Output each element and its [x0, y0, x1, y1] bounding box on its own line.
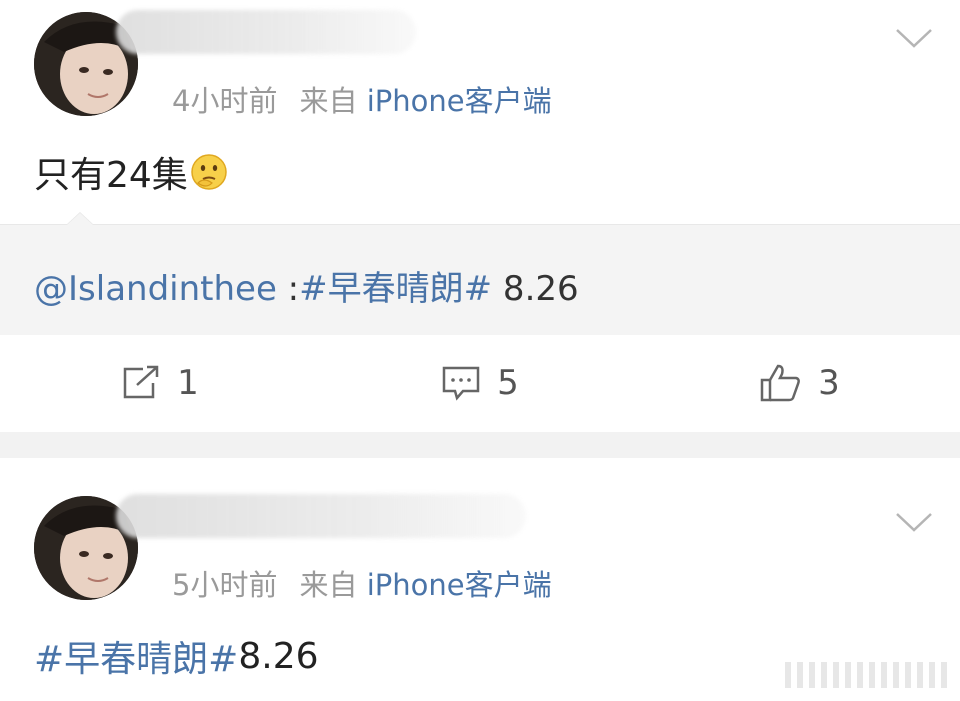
share-icon: [123, 365, 159, 399]
source-prefix: 来自: [299, 568, 358, 602]
post-text: 只有24集: [34, 146, 228, 198]
post-card: 4小时前 来自 iPhone客户端 只有24集 @Islandinthee :#早…: [0, 0, 960, 432]
repost-block[interactable]: @Islandinthee :#早春晴朗# 8.26: [0, 212, 960, 335]
comment-icon: [442, 366, 480, 401]
repost-tail: 8.26: [492, 269, 579, 309]
like-button[interactable]: 3: [640, 334, 960, 432]
repost-text: @Islandinthee :#早春晴朗# 8.26: [34, 261, 579, 310]
source-prefix: 来自: [299, 84, 358, 118]
username-redacted: [116, 10, 416, 54]
post-text-content: 只有24集: [34, 155, 188, 196]
post-meta: 5小时前 来自 iPhone客户端: [172, 562, 552, 604]
action-bar: 1 5 3: [0, 334, 960, 432]
post-time: 5小时前: [172, 568, 278, 602]
source-device[interactable]: iPhone客户端: [367, 568, 552, 602]
comment-count: 5: [497, 363, 519, 403]
chevron-down-icon[interactable]: [894, 510, 934, 534]
repost-caret: [66, 212, 94, 225]
chevron-down-icon[interactable]: [894, 26, 934, 50]
post-divider: [0, 432, 960, 458]
like-count: 3: [818, 363, 840, 403]
repost-separator: :: [276, 269, 300, 309]
source-device[interactable]: iPhone客户端: [367, 84, 552, 118]
share-button[interactable]: 1: [0, 334, 320, 432]
share-count: 1: [177, 363, 199, 403]
comment-button[interactable]: 5: [320, 334, 640, 432]
post-time: 4小时前: [172, 84, 278, 118]
thumbs-up-icon: [760, 364, 801, 402]
repost-hashtag[interactable]: #早春晴朗#: [299, 269, 492, 309]
post-text-tail: 8.26: [238, 635, 319, 677]
post-meta: 4小时前 来自 iPhone客户端: [172, 78, 552, 120]
post-hashtag[interactable]: #早春晴朗#: [34, 630, 238, 682]
repost-mention[interactable]: @Islandinthee: [34, 269, 277, 309]
post-text: #早春晴朗# 8.26: [34, 630, 319, 682]
watermark: [785, 662, 950, 688]
username-redacted: [116, 494, 526, 538]
thinking-face-icon: [191, 154, 227, 190]
